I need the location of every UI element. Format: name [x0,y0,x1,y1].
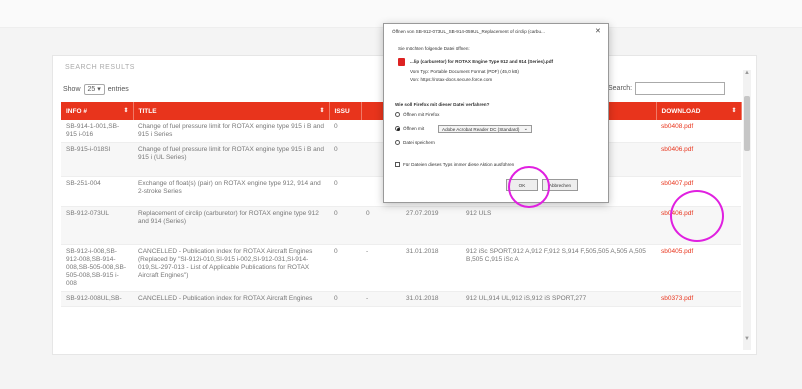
entries-value: 25 [87,86,96,93]
scrollbar-thumb[interactable] [744,96,750,151]
cell-c4: - [361,291,401,307]
dialog-intro: Sie möchten folgende Datei öffnen: [398,46,470,51]
column-header-label: ISSU [334,107,350,115]
cell-info: SB-912-i-008,SB-912-008,SB-914-008,SB-50… [61,244,133,292]
sort-icon: ⇕ [731,108,737,114]
radio-open-firefox-label: Öffnen mit Firefox [403,112,440,117]
cell-c4: 0 [361,206,401,245]
cell-issue: 0 [329,244,361,292]
cell-engines: 912 UL,914 UL,912 iS,912 iS SPORT,277 [461,291,656,307]
cell-engines: 912 ULS [461,206,656,245]
cell-info: SB-912-008UL,SB- [61,291,133,307]
dialog-source: Von: https://rotax-docs.secure.force.com [410,77,493,82]
cell-issue: 0 [329,142,361,177]
panel-caption: SEARCH RESULTS [65,64,135,71]
cell-title: Exchange of float(s) (pair) on ROTAX eng… [133,176,329,207]
column-header-title[interactable]: TITLE ⇕ [133,102,330,120]
highlight-circle-ok [508,166,550,208]
table-row: SB-912-008UL,SB- CANCELLED - Publication… [61,291,741,307]
download-link[interactable]: sb0373.pdf [656,291,741,307]
column-header-label: DOWNLOAD [661,107,701,115]
cell-engines: 912 iSc SPORT,912 A,912 F,912 S,914 F,50… [461,244,656,292]
cell-date: 31.01.2018 [401,244,461,292]
column-header-issue[interactable]: ISSU [329,102,362,120]
entries-length-control: Show 25 ▾ entries [63,84,129,95]
show-label: Show [63,86,81,93]
cell-c4: - [361,244,401,292]
dialog-filetype: Vom Typ: Portable Document Format (PDF) … [410,69,519,74]
application-select-value: Adobe Acrobat Reader DC (Standard) [442,127,520,132]
entries-select[interactable]: 25 ▾ [83,84,105,95]
radio-save-file[interactable] [395,140,400,145]
cell-info: SB-914-1-001,SB-915 i-016 [61,120,133,143]
highlight-circle-download [670,190,724,242]
cell-info: SB-251-004 [61,176,133,207]
cell-title: CANCELLED - Publication index for ROTAX … [133,291,329,307]
cell-issue: 0 [329,291,361,307]
table-row: SB-912-i-008,SB-912-008,SB-914-008,SB-50… [61,244,741,292]
cell-issue: 0 [329,120,361,143]
search-label: Search: [608,85,633,92]
download-dialog: Öffnen von SB-912-073UL_SB-914-059UL_Rep… [383,23,609,203]
scroll-down-arrow-icon[interactable]: ▼ [743,336,751,342]
radio-open-firefox[interactable] [395,112,400,117]
cell-info: SB-915-i-018SI [61,142,133,177]
table-row: SB-912-073UL Replacement of circlip (car… [61,206,741,245]
dialog-filename: ...lip (carburetor) for ROTAX Engine Typ… [410,59,554,64]
download-link[interactable]: sb0405.pdf [656,244,741,292]
pdf-file-icon [398,58,405,66]
scroll-up-arrow-icon[interactable]: ▲ [743,70,751,76]
cell-issue: 0 [329,176,361,207]
cell-title: Replacement of circlip (carburetor) for … [133,206,329,245]
cell-date: 31.01.2018 [401,291,461,307]
radio-save-file-label: Datei speichern [403,140,435,145]
search-input[interactable] [635,82,726,95]
page: SEARCH RESULTS Show 25 ▾ entries Search:… [0,0,802,389]
column-header-label: TITLE [138,107,157,115]
search-control: Search: [608,82,726,95]
application-select[interactable]: Adobe Acrobat Reader DC (Standard) ⌄ [438,125,532,133]
cell-title: Change of fuel pressure limit for ROTAX … [133,120,329,143]
remember-label: Für Dateien dieses Typs immer diese Akti… [403,162,515,167]
dialog-title: Öffnen von SB-912-073UL_SB-914-059UL_Rep… [392,29,545,34]
remember-checkbox[interactable] [395,162,400,167]
sort-icon: ⇕ [123,108,129,114]
cell-title: Change of fuel pressure limit for ROTAX … [133,142,329,177]
download-link[interactable]: sb0408.pdf [656,120,741,143]
dialog-question: Wie soll Firefox mit dieser Datei verfah… [395,102,490,107]
cell-date: 27.07.2019 [401,206,461,245]
sort-icon: ⇕ [319,108,325,114]
radio-open-with-label: Öffnen mit [403,126,425,131]
chevron-down-icon: ⌄ [523,126,528,132]
column-header-download[interactable]: DOWNLOAD ⇕ [656,102,742,120]
download-link[interactable]: sb0406.pdf [656,142,741,177]
close-icon[interactable]: ✕ [595,27,601,35]
column-header-label: INFO # [66,107,87,115]
cell-info: SB-912-073UL [61,206,133,245]
entries-label: entries [107,86,129,93]
cell-issue: 0 [329,206,361,245]
radio-open-with[interactable] [395,126,400,131]
cell-title: CANCELLED - Publication index for ROTAX … [133,244,329,292]
column-header-info[interactable]: INFO # ⇕ [61,102,134,120]
